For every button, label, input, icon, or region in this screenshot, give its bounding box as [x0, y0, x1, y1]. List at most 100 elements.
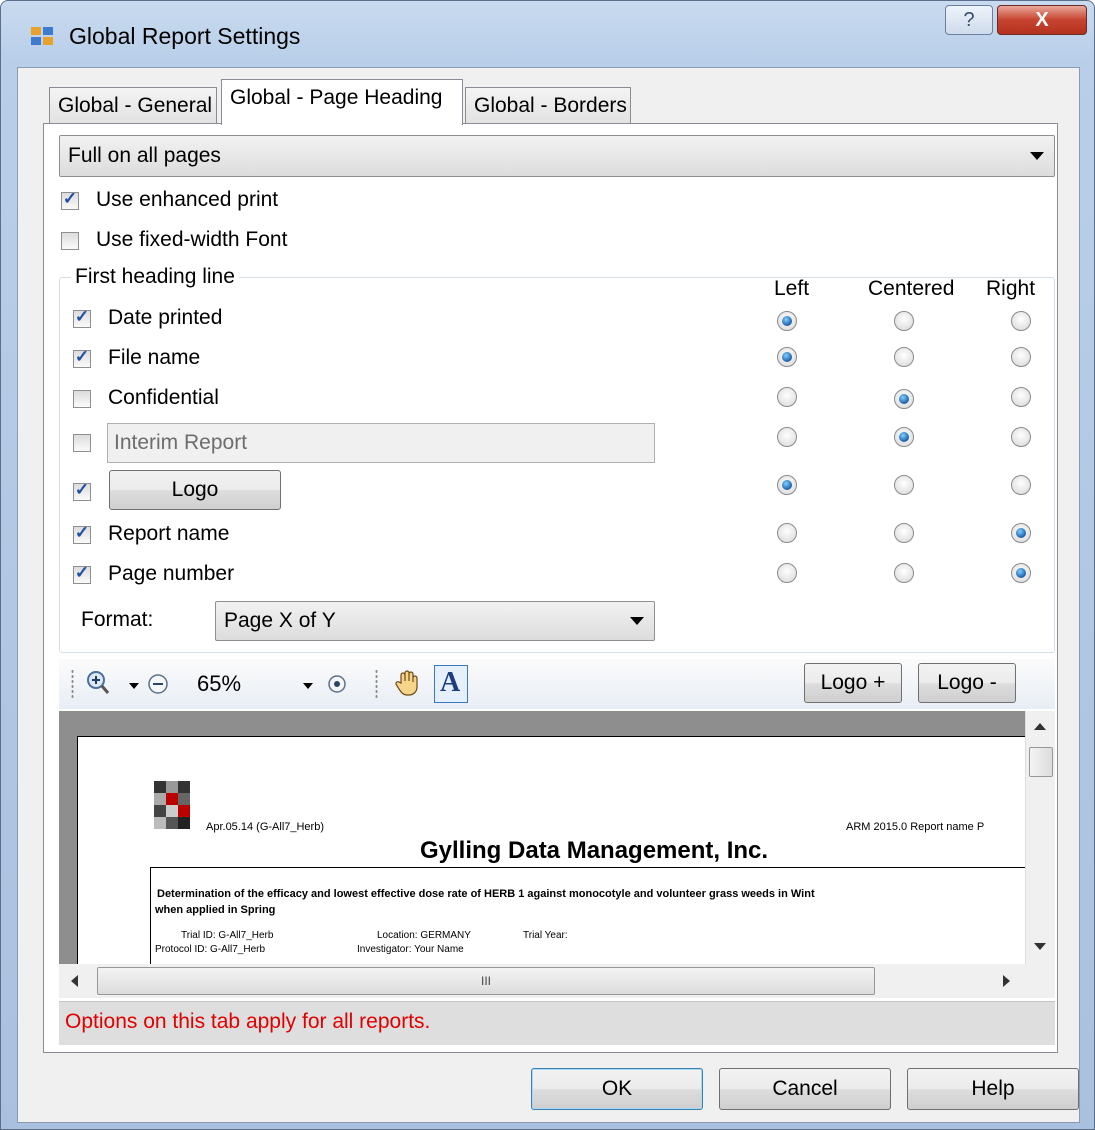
heading-mode-select[interactable]: Full on all pages — [59, 135, 1055, 177]
report-name-left-radio[interactable] — [777, 523, 797, 543]
interim-report-right-radio[interactable] — [1011, 427, 1031, 447]
first-heading-line-title: First heading line — [71, 265, 239, 289]
check-mark-icon: ✓ — [62, 189, 78, 208]
logo-plus-button[interactable]: Logo + — [804, 663, 902, 703]
preview-vertical-scrollbar[interactable] — [1025, 711, 1055, 964]
page-number-checkbox[interactable]: ✓ — [73, 563, 91, 584]
confidential-checkbox[interactable] — [73, 390, 91, 408]
enhanced-print-label: Use enhanced print — [96, 188, 279, 211]
preview-left-header: Apr.05.14 (G-All7_Herb) — [206, 821, 324, 833]
logo-left-radio[interactable] — [777, 475, 797, 495]
date-printed-checkbox[interactable]: ✓ — [73, 307, 91, 328]
file-name-centered-radio[interactable] — [894, 347, 914, 367]
gdm-logo — [154, 781, 202, 833]
check-mark-icon: ✓ — [74, 563, 90, 582]
ok-button[interactable]: OK — [531, 1068, 703, 1110]
preview-trial-id: Trial ID: G-All7_Herb — [181, 930, 274, 941]
confidential-centered-radio[interactable] — [894, 389, 914, 409]
scroll-right-icon[interactable] — [1003, 975, 1010, 987]
check-mark-icon: ✓ — [74, 480, 90, 499]
scroll-left-icon[interactable] — [71, 975, 78, 987]
column-right-header: Right — [986, 277, 1036, 300]
tab-global-page-heading[interactable]: Global - Page Heading — [221, 79, 463, 125]
preview-right-header: ARM 2015.0 Report name P — [846, 821, 985, 833]
zoom-in-dropdown-icon[interactable] — [129, 683, 139, 689]
page-number-right-radio[interactable] — [1011, 563, 1031, 583]
confidential-label: Confidential — [108, 386, 219, 409]
column-centered-header: Centered — [868, 277, 955, 300]
file-name-left-radio[interactable] — [777, 347, 797, 367]
dialog-window: Global Report Settings ? X Global - Gene… — [0, 0, 1095, 1130]
first-heading-line-group — [59, 277, 1055, 653]
zoom-level-dropdown-icon[interactable] — [303, 683, 313, 689]
horizontal-scroll-thumb[interactable]: III — [97, 967, 875, 995]
preview-description-line-1: Determination of the efficacy and lowest… — [157, 888, 815, 900]
page-number-label: Page number — [108, 562, 235, 585]
enhanced-print-checkbox[interactable]: ✓ — [61, 189, 79, 210]
logo-centered-radio[interactable] — [894, 475, 914, 495]
help-button[interactable]: Help — [907, 1068, 1079, 1110]
interim-report-centered-radio[interactable] — [894, 427, 914, 447]
report-preview[interactable]: Apr.05.14 (G-All7_Herb) ARM 2015.0 Repor… — [59, 711, 1025, 964]
confidential-right-radio[interactable] — [1011, 387, 1031, 407]
page-number-centered-radio[interactable] — [894, 563, 914, 583]
preview-location: Location: GERMANY — [377, 930, 471, 941]
toolbar-grip[interactable] — [71, 669, 74, 699]
report-name-right-radio[interactable] — [1011, 523, 1031, 543]
title-bar[interactable]: Global Report Settings ? X — [1, 1, 1094, 67]
page-number-left-radio[interactable] — [777, 563, 797, 583]
interim-report-left-radio[interactable] — [777, 427, 797, 447]
text-select-icon[interactable]: A — [434, 665, 468, 703]
scroll-down-icon[interactable] — [1034, 943, 1046, 950]
heading-mode-value: Full on all pages — [68, 144, 221, 167]
close-button[interactable]: X — [997, 5, 1087, 35]
logo-minus-button[interactable]: Logo - — [918, 663, 1016, 703]
zoom-in-icon[interactable] — [85, 669, 111, 697]
report-name-checkbox[interactable]: ✓ — [73, 523, 91, 544]
tab-global-borders[interactable]: Global - Borders — [465, 87, 631, 125]
app-icon — [31, 27, 55, 47]
vertical-scroll-thumb[interactable] — [1029, 747, 1053, 777]
interim-report-input[interactable]: Interim Report — [107, 423, 655, 463]
format-select[interactable]: Page X of Y — [215, 601, 655, 641]
tab-global-general[interactable]: Global - General — [49, 87, 217, 125]
fixed-width-font-checkbox[interactable] — [61, 232, 79, 250]
preview-investigator: Investigator: Your Name — [357, 944, 464, 955]
preview-page: Apr.05.14 (G-All7_Herb) ARM 2015.0 Repor… — [77, 736, 1025, 964]
toolbar-grip[interactable] — [375, 669, 378, 699]
window-title: Global Report Settings — [69, 23, 301, 49]
interim-report-checkbox[interactable] — [73, 434, 91, 452]
chevron-down-icon — [630, 617, 644, 625]
date-printed-label: Date printed — [108, 306, 223, 329]
logo-checkbox[interactable]: ✓ — [73, 480, 91, 501]
cancel-button[interactable]: Cancel — [719, 1068, 891, 1110]
report-name-label: Report name — [108, 522, 230, 545]
fixed-width-font-label: Use fixed-width Font — [96, 228, 288, 251]
format-label: Format: — [81, 608, 154, 631]
logo-button[interactable]: Logo — [109, 470, 281, 510]
format-value: Page X of Y — [224, 609, 336, 632]
preview-trial-year: Trial Year: — [523, 930, 568, 941]
check-mark-icon: ✓ — [74, 347, 90, 366]
date-printed-right-radio[interactable] — [1011, 311, 1031, 331]
hand-pan-icon[interactable] — [393, 669, 421, 697]
preview-protocol-id: Protocol ID: G-All7_Herb — [155, 944, 266, 955]
check-mark-icon: ✓ — [74, 307, 90, 326]
file-name-right-radio[interactable] — [1011, 347, 1031, 367]
status-message: Options on this tab apply for all report… — [59, 1001, 1055, 1045]
report-name-centered-radio[interactable] — [894, 523, 914, 543]
confidential-left-radio[interactable] — [777, 387, 797, 407]
help-title-button[interactable]: ? — [945, 5, 993, 35]
zoom-reset-icon[interactable] — [327, 674, 347, 694]
logo-right-radio[interactable] — [1011, 475, 1031, 495]
zoom-out-icon[interactable] — [147, 673, 169, 695]
zoom-level[interactable]: 65% — [197, 671, 241, 697]
preview-horizontal-scrollbar[interactable]: III — [59, 964, 1025, 998]
file-name-checkbox[interactable]: ✓ — [73, 347, 91, 368]
date-printed-centered-radio[interactable] — [894, 311, 914, 331]
preview-description-line-2: when applied in Spring — [155, 904, 276, 916]
preview-company-name: Gylling Data Management, Inc. — [420, 837, 769, 864]
text-select-glyph: A — [440, 667, 461, 698]
date-printed-left-radio[interactable] — [777, 311, 797, 331]
scroll-up-icon[interactable] — [1034, 723, 1046, 730]
